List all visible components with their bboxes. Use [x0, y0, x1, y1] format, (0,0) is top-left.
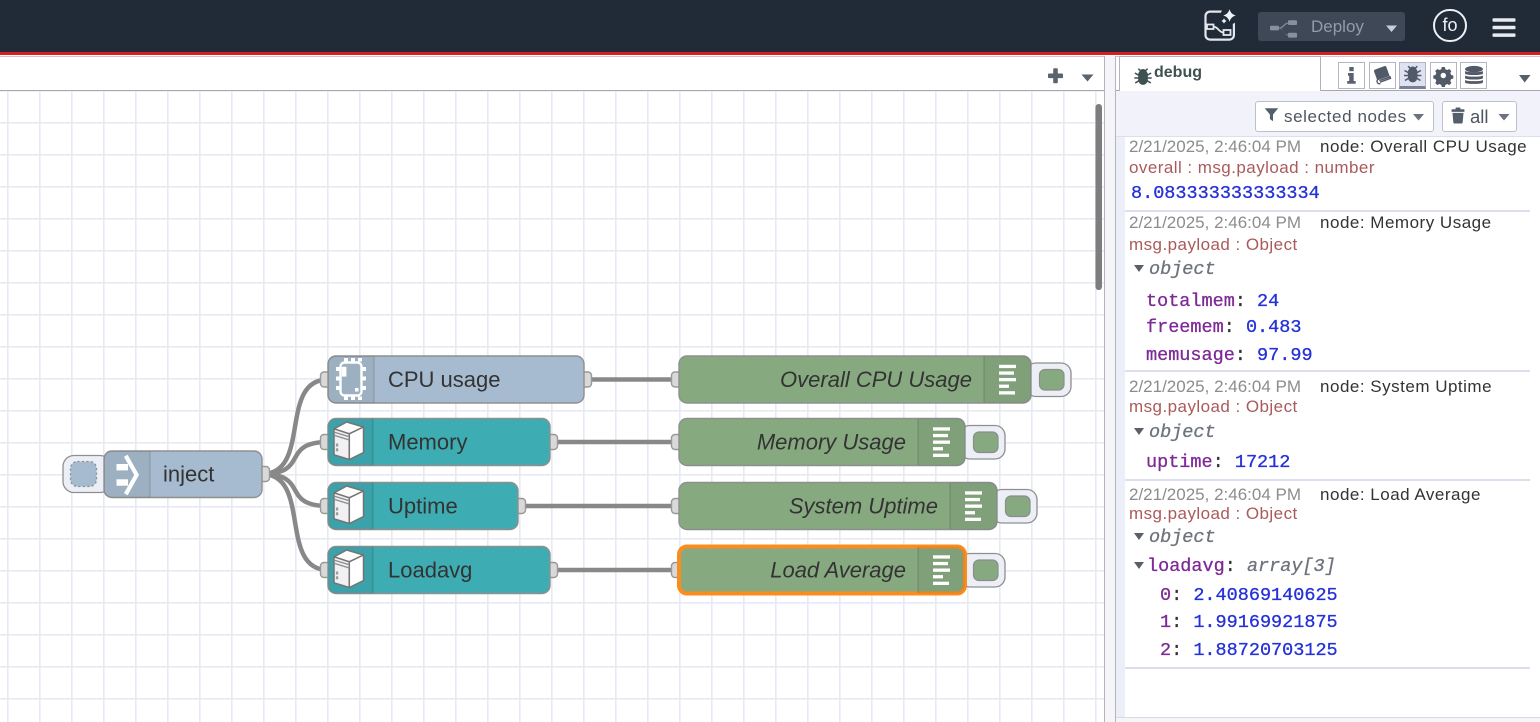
svg-text:Memory: Memory [388, 430, 467, 455]
svg-text:CPU usage: CPU usage [388, 367, 501, 392]
svg-text:Load Average: Load Average [770, 558, 906, 583]
svg-text:Overall CPU Usage: Overall CPU Usage [780, 367, 972, 392]
svg-text:Uptime: Uptime [388, 494, 458, 519]
svg-text:inject: inject [163, 462, 214, 487]
svg-text:Loadavg: Loadavg [388, 558, 472, 583]
svg-text:System Uptime: System Uptime [789, 494, 938, 519]
svg-text:Memory Usage: Memory Usage [757, 430, 906, 455]
